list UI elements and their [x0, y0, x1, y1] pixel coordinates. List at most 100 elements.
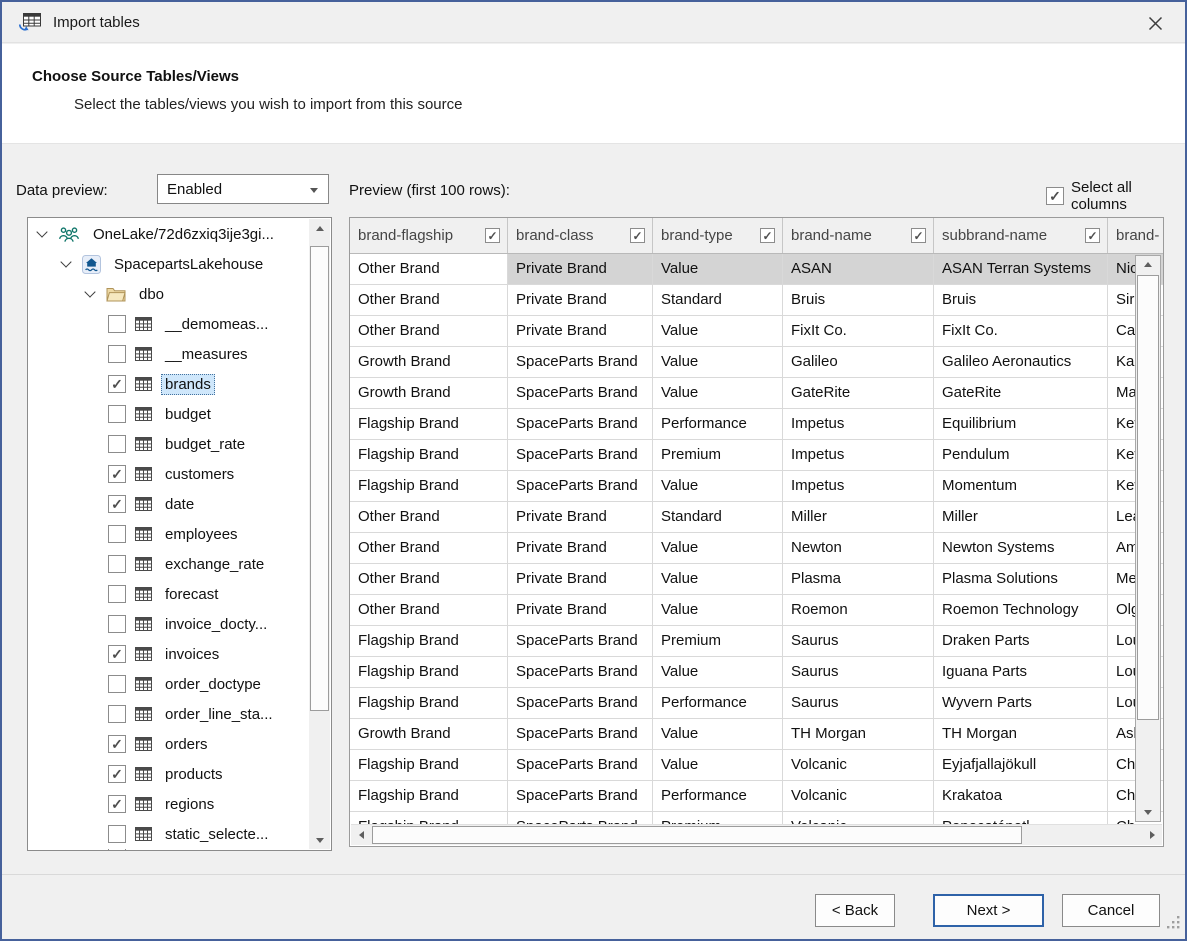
tree-item-onelake-72d6zxiq3ije3gi[interactable]: OneLake/72d6zxiq3ije3gi...	[28, 219, 309, 249]
preview-row-11[interactable]: Other BrandPrivate BrandValuePlasmaPlasm…	[350, 564, 1164, 595]
grid-scroll-left-button[interactable]	[351, 825, 371, 845]
tree-item-invoice-docty[interactable]: invoice_docty...	[28, 609, 309, 639]
tree-scrollbar[interactable]	[309, 219, 330, 849]
chevron-down-icon[interactable]	[84, 286, 95, 297]
grid-scroll-up-button[interactable]	[1136, 256, 1160, 273]
tree-item-regions[interactable]: regions	[28, 789, 309, 819]
tree-item-customers[interactable]: customers	[28, 459, 309, 489]
close-button[interactable]	[1137, 7, 1173, 39]
column-header-brand-flagship[interactable]: brand-flagship	[350, 218, 508, 253]
preview-row-8[interactable]: Flagship BrandSpaceParts BrandValueImpet…	[350, 471, 1164, 502]
grid-scroll-down-button[interactable]	[1136, 804, 1160, 821]
preview-row-1[interactable]: Other BrandPrivate BrandValueASANASAN Te…	[350, 254, 1164, 285]
preview-row-13[interactable]: Flagship BrandSpaceParts BrandPremiumSau…	[350, 626, 1164, 657]
preview-row-5[interactable]: Growth BrandSpaceParts BrandValueGateRit…	[350, 378, 1164, 409]
tree-item-order-doctype[interactable]: order_doctype	[28, 669, 309, 699]
resize-grip-icon[interactable]	[1166, 915, 1180, 934]
column-header-subbrand-name[interactable]: subbrand-name	[934, 218, 1108, 253]
table-checkbox[interactable]	[108, 375, 126, 393]
chevron-down-icon[interactable]	[36, 226, 47, 237]
tree-item-spacepartslakehouse[interactable]: SpacepartsLakehouse	[28, 249, 309, 279]
table-checkbox[interactable]	[108, 849, 126, 850]
table-checkbox[interactable]	[108, 555, 126, 573]
grid-vscrollbar-thumb[interactable]	[1137, 275, 1159, 720]
tree-item-employees[interactable]: employees	[28, 519, 309, 549]
cancel-button[interactable]: Cancel	[1062, 894, 1160, 927]
column-header-brand-name[interactable]: brand-name	[783, 218, 934, 253]
tree-item-forecast[interactable]: forecast	[28, 579, 309, 609]
table-checkbox[interactable]	[108, 465, 126, 483]
grid-hscrollbar-thumb[interactable]	[372, 826, 1022, 844]
preview-row-7[interactable]: Flagship BrandSpaceParts BrandPremiumImp…	[350, 440, 1164, 471]
preview-row-9[interactable]: Other BrandPrivate BrandStandardMillerMi…	[350, 502, 1164, 533]
column-checkbox[interactable]	[911, 228, 926, 243]
grid-vertical-scrollbar[interactable]	[1135, 255, 1161, 822]
tree-item-budget-rate[interactable]: budget_rate	[28, 429, 309, 459]
table-checkbox[interactable]	[108, 645, 126, 663]
preview-row-18[interactable]: Flagship BrandSpaceParts BrandPerformanc…	[350, 781, 1164, 812]
next-button[interactable]: Next >	[933, 894, 1044, 927]
tree-item-products[interactable]: products	[28, 759, 309, 789]
preview-cell: Value	[653, 378, 783, 409]
grid-horizontal-scrollbar[interactable]	[351, 824, 1162, 845]
column-header-brand-type[interactable]: brand-type	[653, 218, 783, 253]
select-all-columns[interactable]: Select all columns	[1046, 179, 1185, 213]
tree-scroll-up-button[interactable]	[309, 219, 330, 237]
preview-row-12[interactable]: Other BrandPrivate BrandValueRoemonRoemo…	[350, 595, 1164, 626]
tree-scrollbar-thumb[interactable]	[310, 246, 329, 711]
tree-item-static-selecte[interactable]: static_selecte...	[28, 819, 309, 849]
column-checkbox[interactable]	[1085, 228, 1100, 243]
tree-item-budget[interactable]: budget	[28, 399, 309, 429]
tree-item-order-line-sta[interactable]: order_line_sta...	[28, 699, 309, 729]
table-checkbox[interactable]	[108, 765, 126, 783]
table-checkbox[interactable]	[108, 615, 126, 633]
data-preview-dropdown[interactable]: Enabled	[157, 174, 329, 204]
back-button[interactable]: < Back	[815, 894, 895, 927]
preview-row-clipped[interactable]: Flagship BrandSpaceParts BrandPremiumVol…	[350, 812, 1164, 824]
column-header-brand-class[interactable]: brand-class	[508, 218, 653, 253]
tree-item-orders[interactable]: orders	[28, 729, 309, 759]
column-checkbox[interactable]	[760, 228, 775, 243]
column-checkbox[interactable]	[485, 228, 500, 243]
preview-row-16[interactable]: Growth BrandSpaceParts BrandValueTH Morg…	[350, 719, 1164, 750]
lakehouse-icon	[82, 255, 101, 274]
table-icon	[135, 827, 152, 841]
table-checkbox[interactable]	[108, 525, 126, 543]
table-checkbox[interactable]	[108, 435, 126, 453]
table-checkbox[interactable]	[108, 405, 126, 423]
preview-row-3[interactable]: Other BrandPrivate BrandValueFixIt Co.Fi…	[350, 316, 1164, 347]
table-checkbox[interactable]	[108, 825, 126, 843]
table-checkbox[interactable]	[108, 705, 126, 723]
tree-item-exchange-rate[interactable]: exchange_rate	[28, 549, 309, 579]
tree-item-demomeas[interactable]: __demomeas...	[28, 309, 309, 339]
tree-item-label: products	[161, 764, 227, 785]
table-checkbox[interactable]	[108, 675, 126, 693]
tree-item-dbo[interactable]: dbo	[28, 279, 309, 309]
preview-cell: Performance	[653, 781, 783, 812]
table-checkbox[interactable]	[108, 345, 126, 363]
column-header-brand[interactable]: brand-	[1108, 218, 1164, 253]
preview-row-4[interactable]: Growth BrandSpaceParts BrandValueGalileo…	[350, 347, 1164, 378]
tree-item-date[interactable]: date	[28, 489, 309, 519]
select-all-checkbox[interactable]	[1046, 187, 1064, 205]
preview-cell: Value	[653, 347, 783, 378]
tree-scroll-down-button[interactable]	[309, 831, 330, 849]
preview-row-15[interactable]: Flagship BrandSpaceParts BrandPerformanc…	[350, 688, 1164, 719]
table-checkbox[interactable]	[108, 585, 126, 603]
table-checkbox[interactable]	[108, 795, 126, 813]
preview-cell: Newton	[783, 533, 934, 564]
tree-item-invoices[interactable]: invoices	[28, 639, 309, 669]
tree-item-measures[interactable]: __measures	[28, 339, 309, 369]
table-checkbox[interactable]	[108, 315, 126, 333]
table-checkbox[interactable]	[108, 495, 126, 513]
preview-row-17[interactable]: Flagship BrandSpaceParts BrandValueVolca…	[350, 750, 1164, 781]
preview-row-2[interactable]: Other BrandPrivate BrandStandardBruisBru…	[350, 285, 1164, 316]
column-checkbox[interactable]	[630, 228, 645, 243]
tree-item-brands[interactable]: brands	[28, 369, 309, 399]
grid-scroll-right-button[interactable]	[1142, 825, 1162, 845]
preview-row-10[interactable]: Other BrandPrivate BrandValueNewtonNewto…	[350, 533, 1164, 564]
table-checkbox[interactable]	[108, 735, 126, 753]
preview-row-6[interactable]: Flagship BrandSpaceParts BrandPerformanc…	[350, 409, 1164, 440]
chevron-down-icon[interactable]	[60, 256, 71, 267]
preview-row-14[interactable]: Flagship BrandSpaceParts BrandValueSauru…	[350, 657, 1164, 688]
